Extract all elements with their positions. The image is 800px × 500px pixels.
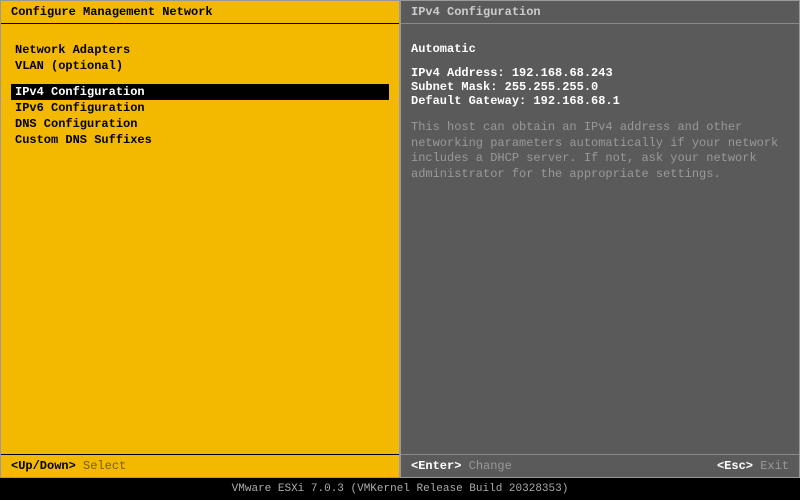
subnet-mask-label: Subnet Mask: <box>411 80 497 94</box>
right-panel: IPv4 Configuration Automatic IPv4 Addres… <box>400 0 800 478</box>
hint-exit-label: Exit <box>760 459 789 473</box>
hint-change-label: Change <box>469 459 512 473</box>
left-panel-title: Configure Management Network <box>1 1 399 24</box>
right-footer: <Enter> Change <Esc> Exit <box>401 454 799 477</box>
description-text: This host can obtain an IPv4 address and… <box>411 120 789 182</box>
detail-body: Automatic IPv4 Address: 192.168.68.243 S… <box>401 24 799 454</box>
menu-list: Network Adapters VLAN (optional) IPv4 Co… <box>1 24 399 454</box>
ipv4-address-label: IPv4 Address: <box>411 66 505 80</box>
menu-item-ipv4-configuration[interactable]: IPv4 Configuration <box>11 84 389 100</box>
right-panel-title: IPv4 Configuration <box>401 1 799 24</box>
status-bar: VMware ESXi 7.0.3 (VMKernel Release Buil… <box>0 480 800 500</box>
menu-item-vlan[interactable]: VLAN (optional) <box>11 58 389 74</box>
default-gateway-value: 192.168.68.1 <box>533 94 619 108</box>
left-footer: <Up/Down> Select <box>1 454 399 477</box>
hint-select-label: Select <box>83 459 126 473</box>
subnet-mask-value: 255.255.255.0 <box>505 80 599 94</box>
menu-item-custom-dns-suffixes[interactable]: Custom DNS Suffixes <box>11 132 389 148</box>
menu-item-network-adapters[interactable]: Network Adapters <box>11 42 389 58</box>
ipv4-address-value: 192.168.68.243 <box>512 66 613 80</box>
hint-updown-key: <Up/Down> <box>11 459 76 473</box>
left-panel: Configure Management Network Network Ada… <box>0 0 400 478</box>
menu-item-ipv6-configuration[interactable]: IPv6 Configuration <box>11 100 389 116</box>
hint-enter-key: <Enter> <box>411 459 461 473</box>
config-mode: Automatic <box>411 42 789 56</box>
default-gateway-label: Default Gateway: <box>411 94 526 108</box>
hint-esc-key: <Esc> <box>717 459 753 473</box>
menu-item-dns-configuration[interactable]: DNS Configuration <box>11 116 389 132</box>
